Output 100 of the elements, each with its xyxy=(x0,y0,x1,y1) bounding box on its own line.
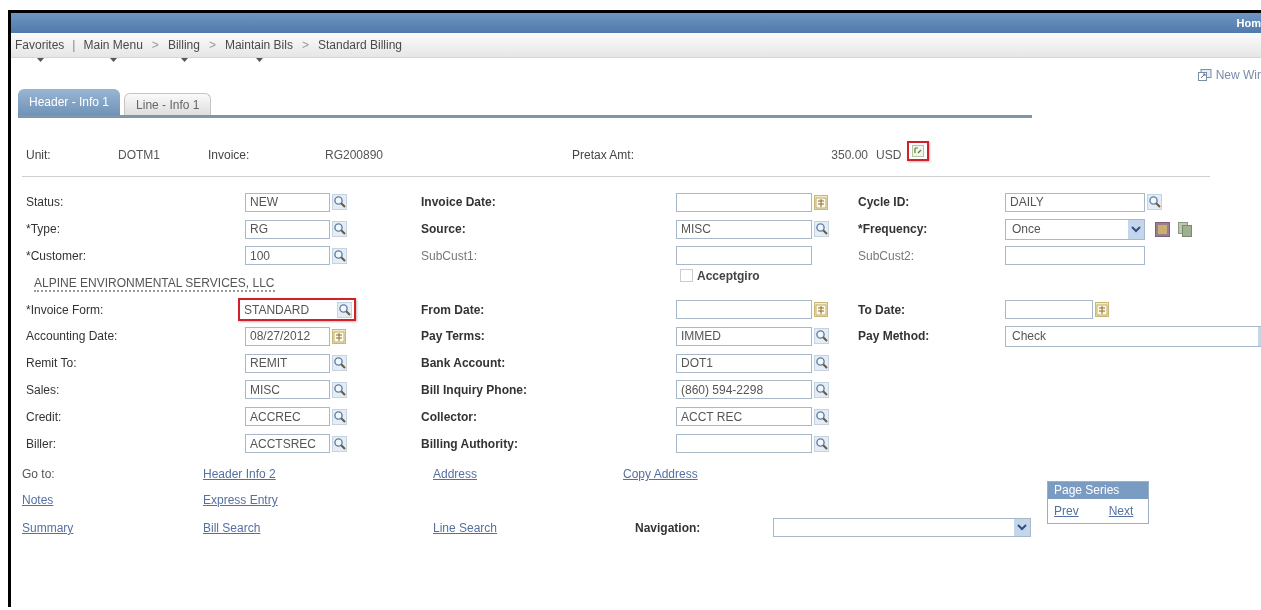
tab[interactable]: Line - Info 1 xyxy=(124,93,212,115)
search-icon[interactable] xyxy=(814,435,829,452)
calendar-icon[interactable] xyxy=(332,328,346,344)
input-field[interactable] xyxy=(676,300,812,320)
link[interactable]: Express Entry xyxy=(203,492,278,507)
panel-title: Page Series xyxy=(1048,481,1148,499)
checkbox[interactable] xyxy=(680,269,693,283)
search-icon[interactable] xyxy=(814,408,829,425)
link[interactable]: Line Search xyxy=(433,520,498,535)
field-label: Pay Method: xyxy=(858,328,931,346)
input-field[interactable]: IMMED xyxy=(676,326,812,346)
breadcrumb-link[interactable]: Favorites xyxy=(12,36,68,54)
notes-icon[interactable] xyxy=(1155,221,1170,237)
field-label: Bill Inquiry Phone: xyxy=(421,381,528,399)
breadcrumb-link[interactable]: Standard Billing xyxy=(314,36,405,54)
search-icon[interactable] xyxy=(332,248,347,264)
breadcrumb-link[interactable]: Main Menu xyxy=(80,36,146,54)
field-label: To Date: xyxy=(858,301,907,319)
highlighted-field[interactable]: STANDARD xyxy=(238,298,356,322)
copy-icon[interactable] xyxy=(1178,221,1192,237)
breadcrumb-separator: > xyxy=(207,37,217,54)
input-field[interactable] xyxy=(1005,246,1145,266)
field-label: Remit To: xyxy=(26,355,78,373)
link[interactable]: Notes xyxy=(22,492,54,507)
input-field[interactable]: ACCTSREC xyxy=(245,434,330,454)
search-icon[interactable] xyxy=(332,381,347,398)
detail-button[interactable] xyxy=(907,141,930,161)
dropdown-field[interactable]: Check xyxy=(1005,325,1261,347)
field-label: Sales: xyxy=(26,381,61,399)
input-field[interactable] xyxy=(676,192,812,212)
search-icon[interactable] xyxy=(814,381,829,398)
field-label: *Customer: xyxy=(26,248,88,265)
calendar-icon[interactable] xyxy=(1095,302,1109,318)
goto-label: Go to: xyxy=(22,466,55,481)
home-link[interactable]: Hom xyxy=(1236,17,1261,29)
field-label: *Frequency: xyxy=(858,221,929,239)
input-field[interactable] xyxy=(1005,300,1093,320)
search-icon[interactable] xyxy=(332,435,347,452)
input-field[interactable] xyxy=(676,434,812,454)
input-field[interactable]: ACCREC xyxy=(245,407,330,427)
link[interactable]: Next xyxy=(1108,501,1134,520)
search-icon[interactable] xyxy=(332,194,347,211)
calendar-icon[interactable] xyxy=(814,194,828,210)
search-icon[interactable] xyxy=(337,301,352,318)
input-field[interactable]: REMIT xyxy=(245,353,330,373)
link[interactable]: Bill Search xyxy=(203,520,261,535)
search-icon[interactable] xyxy=(1147,194,1162,211)
field-label: Pay Terms: xyxy=(421,328,486,346)
search-icon[interactable] xyxy=(814,328,829,345)
link[interactable]: Copy Address xyxy=(623,466,698,481)
link[interactable]: Summary xyxy=(22,520,74,535)
field-label: Biller: xyxy=(26,435,57,453)
link[interactable]: Header Info 2 xyxy=(203,466,276,481)
detail-icon[interactable] xyxy=(912,145,925,157)
link[interactable]: Prev xyxy=(1054,501,1079,520)
link[interactable]: Address xyxy=(433,466,478,481)
field-label: *Invoice Form: xyxy=(26,301,105,319)
input-field[interactable]: DAILY xyxy=(1005,192,1145,212)
customer-name: ALPINE ENVIRONMENTAL SERVICES, LLC xyxy=(34,275,275,292)
field-label: Credit: xyxy=(26,408,63,426)
field-label: Pretax Amt: xyxy=(572,147,636,164)
field-value: RG200890 xyxy=(325,147,385,164)
input-field[interactable]: MISC xyxy=(245,380,330,400)
search-icon[interactable] xyxy=(332,355,347,372)
breadcrumb-link[interactable]: Billing xyxy=(164,36,203,54)
input-field[interactable]: DOT1 xyxy=(676,353,812,373)
field-label: Bank Account: xyxy=(421,355,507,373)
input-field[interactable] xyxy=(676,246,812,266)
input-field[interactable]: (860) 594-2298 xyxy=(676,380,812,400)
input-field[interactable]: 100 xyxy=(245,246,330,266)
dropdown-icon[interactable] xyxy=(1128,219,1144,239)
field-label: Navigation: xyxy=(635,519,702,537)
field-label: Invoice Date: xyxy=(421,194,497,212)
input-field[interactable]: RG xyxy=(245,219,330,239)
checkbox-label: Acceptgiro xyxy=(697,267,760,285)
input-field[interactable]: ACCT REC xyxy=(676,407,812,427)
search-icon[interactable] xyxy=(332,221,347,238)
dropdown-field[interactable]: Once xyxy=(1005,218,1145,240)
field-label: SubCust1: xyxy=(421,248,479,265)
input-field[interactable]: NEW xyxy=(245,192,330,212)
search-icon[interactable] xyxy=(814,355,829,372)
input-field[interactable]: MISC xyxy=(676,219,812,239)
currency-label: USD xyxy=(876,147,902,164)
search-icon[interactable] xyxy=(332,408,347,425)
field-label: Cycle ID: xyxy=(858,194,911,212)
calendar-icon[interactable] xyxy=(814,302,828,318)
field-value: DOTM1 xyxy=(118,147,161,164)
field-label: Invoice: xyxy=(208,147,251,164)
field-label: From Date: xyxy=(421,301,486,319)
search-icon[interactable] xyxy=(814,221,829,238)
breadcrumb-link[interactable]: Maintain Bils xyxy=(221,36,296,54)
input-field[interactable]: 08/27/2012 xyxy=(245,326,330,346)
field-label: Accounting Date: xyxy=(26,328,119,346)
breadcrumb-separator: > xyxy=(300,37,310,54)
breadcrumb-separator: > xyxy=(150,37,160,54)
new-window-icon xyxy=(1197,69,1212,81)
field-label: Collector: xyxy=(421,408,478,426)
field-value: 350.00 xyxy=(830,147,868,164)
new-window-link[interactable]: New Wir xyxy=(1197,67,1261,83)
dropdown-icon[interactable] xyxy=(1014,519,1030,537)
